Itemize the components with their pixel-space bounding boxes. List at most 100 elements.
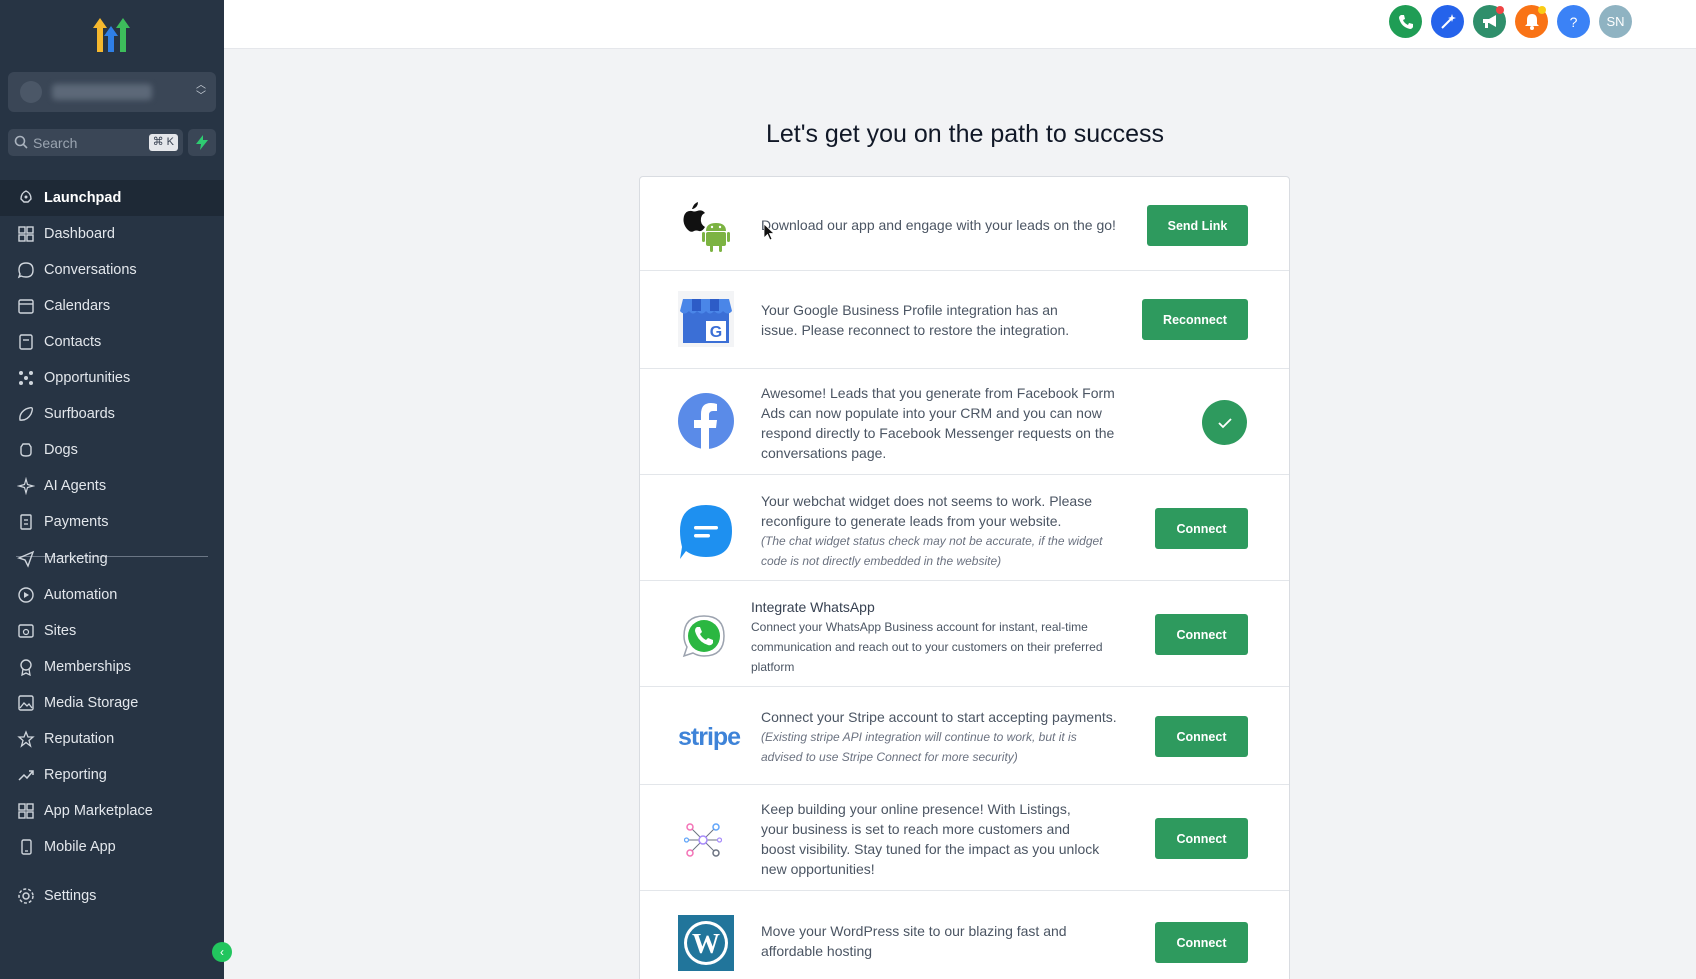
chevron-updown-icon: ︿ ﹀ <box>196 80 206 102</box>
search-placeholder: Search <box>33 135 78 151</box>
chevron-left-icon: ‹ <box>220 945 224 959</box>
send-link-button[interactable]: Send Link <box>1147 205 1248 246</box>
ai-assistant-button[interactable] <box>1431 5 1464 38</box>
lightning-icon <box>196 135 208 150</box>
sidebar-item-opportunities[interactable]: Opportunities <box>0 360 224 396</box>
sites-icon <box>16 621 36 641</box>
page-title: Let's get you on the path to success <box>765 120 1165 148</box>
row-text-block: Integrate WhatsApp Connect your WhatsApp… <box>751 597 1121 677</box>
sidebar-item-conversations[interactable]: Conversations <box>0 252 224 288</box>
row-text: Download our app and engage with your le… <box>761 217 1116 233</box>
sidebar-item-launchpad[interactable]: Launchpad <box>0 180 224 216</box>
listings-network-icon <box>684 823 722 857</box>
automation-icon <box>16 585 36 605</box>
star-icon <box>16 729 36 749</box>
search-icon <box>14 135 28 149</box>
webchat-icon <box>680 505 732 559</box>
collapse-sidebar-button[interactable]: ‹ <box>212 942 232 962</box>
row-text-block: Your webchat widget does not seems to wo… <box>761 491 1121 571</box>
sidebar-item-dogs[interactable]: Dogs <box>0 432 224 468</box>
sidebar-item-media-storage[interactable]: Media Storage <box>0 685 224 721</box>
nav-primary: Launchpad Dashboard Conversations Calendars… <box>0 180 224 540</box>
announcements-button[interactable] <box>1473 5 1506 38</box>
receipt-icon <box>16 512 36 532</box>
magic-wand-icon <box>1440 13 1456 29</box>
sidebar-item-dashboard[interactable]: Dashboard <box>0 216 224 252</box>
sparkle-icon <box>16 476 36 496</box>
sidebar-item-calendars[interactable]: Calendars <box>0 288 224 324</box>
sidebar-item-label: Memberships <box>44 659 132 675</box>
list-item: Your webchat widget does not seems to wo… <box>640 475 1289 581</box>
connect-wordpress-button[interactable]: Connect <box>1155 922 1248 963</box>
stripe-logo: stripe <box>678 723 741 751</box>
grid-icon <box>16 224 36 244</box>
sidebar-item-memberships[interactable]: Memberships <box>0 649 224 685</box>
calendar-icon <box>16 296 36 316</box>
notifications-button[interactable] <box>1515 5 1548 38</box>
location-icon <box>20 81 42 103</box>
sidebar-item-label: AI Agents <box>44 478 107 494</box>
connect-whatsapp-button[interactable]: Connect <box>1155 614 1248 655</box>
row-text: Move your WordPress site to our blazing … <box>761 923 1067 959</box>
sidebar-item-label: Marketing <box>44 551 108 567</box>
rocket-icon <box>16 188 36 208</box>
bell-icon <box>1524 14 1539 30</box>
account-switcher[interactable]: ︿ ﹀ <box>8 72 216 112</box>
quick-actions-button[interactable] <box>188 129 216 156</box>
nav-secondary: Marketing Automation Sites Memberships Media… <box>0 541 224 865</box>
sidebar-item-label: Launchpad <box>44 190 122 206</box>
sidebar-item-label: Calendars <box>44 298 111 314</box>
sidebar-item-reputation[interactable]: Reputation <box>0 721 224 757</box>
row-note: (Existing stripe API integration will co… <box>761 730 1077 764</box>
sidebar-item-app-marketplace[interactable]: App Marketplace <box>0 793 224 829</box>
app-logo[interactable] <box>91 16 133 56</box>
user-avatar[interactable]: SN <box>1599 5 1632 38</box>
trend-icon <box>16 765 36 785</box>
top-bar: ? SN <box>224 0 1696 49</box>
help-button[interactable]: ? <box>1557 5 1590 38</box>
sidebar-item-settings[interactable]: Settings <box>0 878 224 914</box>
sidebar-item-marketing[interactable]: Marketing <box>0 541 224 577</box>
sidebar: ︿ ﹀ Search ⌘ K Launchpad Dashboard Conversa… <box>0 0 232 979</box>
list-item: Download our app and engage with your le… <box>640 177 1289 271</box>
apps-icon <box>16 801 36 821</box>
list-item: Integrate WhatsApp Connect your WhatsApp… <box>640 581 1289 687</box>
checkmark-icon <box>1217 417 1232 428</box>
sidebar-item-reporting[interactable]: Reporting <box>0 757 224 793</box>
help-icon: ? <box>1569 13 1578 30</box>
connect-stripe-button[interactable]: Connect <box>1155 716 1248 757</box>
send-icon <box>16 549 36 569</box>
row-title: Integrate WhatsApp <box>751 599 875 615</box>
contact-book-icon <box>16 332 36 352</box>
list-item: G Your Google Business Profile integrati… <box>640 271 1289 369</box>
search-input[interactable]: Search ⌘ K <box>8 129 183 156</box>
list-item: Keep building your online presence! With… <box>640 785 1289 891</box>
reconnect-button[interactable]: Reconnect <box>1142 299 1248 340</box>
sidebar-item-sites[interactable]: Sites <box>0 613 224 649</box>
sidebar-item-automation[interactable]: Automation <box>0 577 224 613</box>
connect-webchat-button[interactable]: Connect <box>1155 508 1248 549</box>
connect-listings-button[interactable]: Connect <box>1155 818 1248 859</box>
image-icon <box>16 693 36 713</box>
apple-android-icon <box>683 202 730 252</box>
sidebar-item-ai-agents[interactable]: AI Agents <box>0 468 224 504</box>
phone-button[interactable] <box>1389 5 1422 38</box>
row-note: (The chat widget status check may not be… <box>761 534 1103 568</box>
onboarding-card: Download our app and engage with your le… <box>639 176 1290 979</box>
connected-status <box>1202 400 1247 445</box>
sidebar-item-contacts[interactable]: Contacts <box>0 324 224 360</box>
row-text: Keep building your online presence! With… <box>761 801 1100 877</box>
google-business-icon: G <box>678 291 734 347</box>
surfboard-icon <box>16 404 36 424</box>
mouse-cursor-icon <box>764 224 776 241</box>
phone-icon <box>1398 14 1413 29</box>
sidebar-item-label: App Marketplace <box>44 803 153 819</box>
award-icon <box>16 657 36 677</box>
sidebar-item-label: Reputation <box>44 731 115 747</box>
sidebar-item-label: Dogs <box>44 442 78 458</box>
sidebar-item-mobile-app[interactable]: Mobile App <box>0 829 224 865</box>
svg-text:W: W <box>692 929 720 960</box>
sidebar-item-payments[interactable]: Payments <box>0 504 224 540</box>
gear-icon <box>16 886 36 906</box>
sidebar-item-surfboards[interactable]: Surfboards <box>0 396 224 432</box>
